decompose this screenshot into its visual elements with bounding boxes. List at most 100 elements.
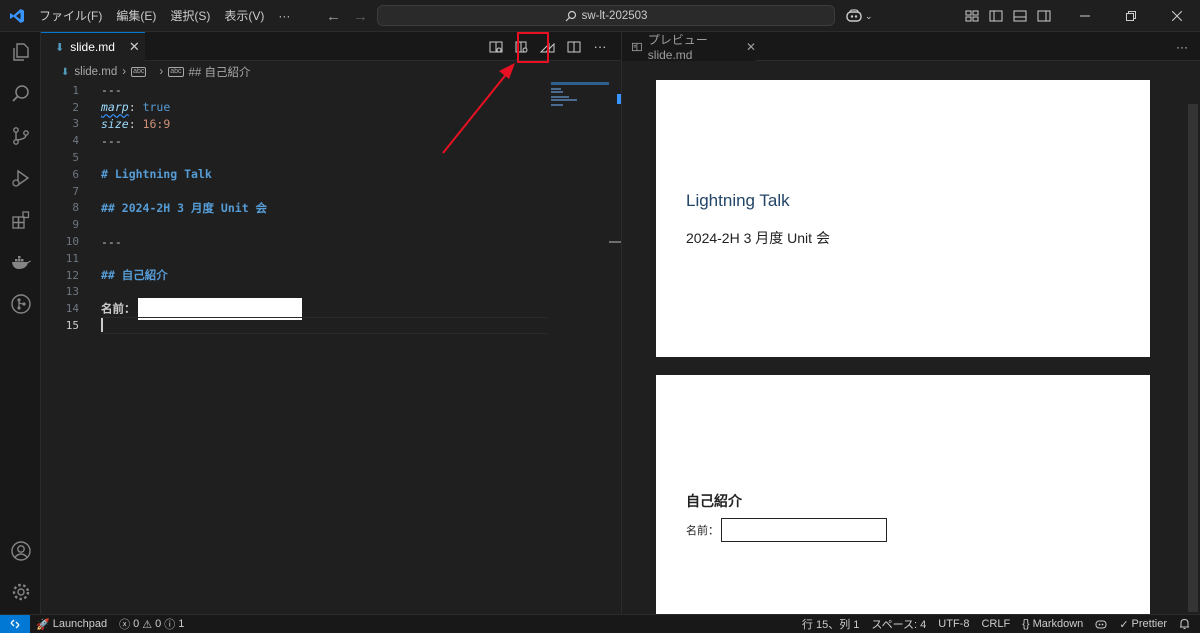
markdown-preview[interactable]: Lightning Talk 2024-2H 3 月度 Unit 会 自己紹介 … xyxy=(622,62,1200,614)
gitlens-icon[interactable] xyxy=(0,284,41,324)
code-line: 12 ## 自己紹介 xyxy=(41,267,547,284)
highlight-box xyxy=(517,32,549,63)
menu-bar: ファイル(F) 編集(E) 選択(S) 表示(V) ··· xyxy=(32,0,297,32)
markdown-file-icon: ⬇ xyxy=(61,66,70,78)
line-number: 15 xyxy=(65,319,79,333)
encoding[interactable]: UTF-8 xyxy=(932,618,975,630)
search-icon[interactable] xyxy=(0,74,41,114)
tab-preview[interactable]: プレビュー slide.md ✕ xyxy=(622,32,756,62)
menu-file[interactable]: ファイル(F) xyxy=(32,0,109,32)
prettier-item[interactable]: ✓ Prettier xyxy=(1113,618,1173,631)
minimap[interactable] xyxy=(549,82,613,122)
preview-tabs: プレビュー slide.md ✕ ··· xyxy=(622,32,1200,62)
menu-more[interactable]: ··· xyxy=(271,0,297,32)
copilot-status-icon[interactable] xyxy=(1089,619,1113,630)
preview-scrollbar[interactable] xyxy=(1186,62,1200,614)
code-line: 3 size: 16:9 xyxy=(41,116,547,133)
notifications-bell-icon[interactable] xyxy=(1173,618,1200,630)
line-number: 10 xyxy=(65,235,79,249)
breadcrumb-section[interactable]: ## 自己紹介 xyxy=(189,64,251,80)
more-actions-icon[interactable]: ··· xyxy=(589,36,611,58)
menu-selection[interactable]: 選択(S) xyxy=(163,0,217,32)
docker-icon[interactable] xyxy=(0,242,41,282)
restore-icon[interactable] xyxy=(1108,0,1154,32)
line-number: 3 xyxy=(72,117,79,131)
split-editor-icon[interactable] xyxy=(563,36,585,58)
line-number: 4 xyxy=(72,134,79,148)
toggle-secondary-sidebar-icon[interactable] xyxy=(1032,0,1056,32)
chevron-right-icon: › xyxy=(159,66,164,78)
command-center-search[interactable]: sw-lt-202503 xyxy=(377,5,835,26)
info-count: 1 xyxy=(178,618,185,630)
open-preview-icon[interactable] xyxy=(485,36,507,58)
code-line: 11 xyxy=(41,250,547,267)
yaml-key: marp xyxy=(101,100,129,115)
code-line: 8 ## 2024-2H 3 月度 Unit 会 xyxy=(41,200,547,217)
editor-tabs: ⬇ slide.md ✕ ··· xyxy=(41,32,621,63)
title-bar: ファイル(F) 編集(E) 選択(S) 表示(V) ··· ← → sw-lt-… xyxy=(0,0,1200,32)
code-line-current: 15 xyxy=(41,316,547,334)
yaml-value: 16:9 xyxy=(142,116,171,131)
menu-edit[interactable]: 編集(E) xyxy=(109,0,163,32)
editor-group-left: ⬇ slide.md ✕ ··· ⬇ slide.md › abc › abc xyxy=(41,32,621,614)
string-symbol-icon: abc xyxy=(131,67,147,77)
language-mode[interactable]: {} Markdown xyxy=(1016,618,1089,630)
launchpad-label: Launchpad xyxy=(52,618,108,630)
minimize-icon[interactable] xyxy=(1062,0,1108,32)
account-icon[interactable] xyxy=(0,531,41,571)
source-control-icon[interactable] xyxy=(0,116,41,156)
run-debug-icon[interactable] xyxy=(0,158,41,198)
language-label: Markdown xyxy=(1032,618,1084,630)
breadcrumb-file[interactable]: slide.md xyxy=(74,66,117,78)
navigation-controls: ← → xyxy=(326,0,368,32)
end-of-line[interactable]: CRLF xyxy=(975,618,1016,630)
slide-title: 自己紹介 xyxy=(686,493,742,509)
rocket-icon: 🚀 xyxy=(36,618,50,631)
command-center-text: sw-lt-202503 xyxy=(581,9,648,22)
line-number: 1 xyxy=(72,83,79,97)
close-window-icon[interactable] xyxy=(1154,0,1200,32)
braces-icon: {} xyxy=(1022,618,1030,630)
toggle-primary-sidebar-icon[interactable] xyxy=(984,0,1008,32)
toggle-panel-icon[interactable] xyxy=(1008,0,1032,32)
string-symbol-icon: abc xyxy=(168,67,184,77)
slide-1: Lightning Talk 2024-2H 3 月度 Unit 会 xyxy=(656,80,1150,357)
slide-name-row: 名前： xyxy=(686,518,887,542)
code-line: 1 --- xyxy=(41,82,547,99)
search-icon xyxy=(565,10,576,21)
more-actions-icon[interactable]: ··· xyxy=(1176,32,1188,61)
tab-slide-md[interactable]: ⬇ slide.md ✕ xyxy=(41,32,145,61)
scrollbar-thumb[interactable] xyxy=(1188,104,1198,612)
remote-indicator-icon[interactable] xyxy=(0,614,30,633)
heading-text: # Lightning Talk xyxy=(101,167,212,182)
problems-item[interactable]: ⓧ 0 ⚠ 0 ⓘ 1 xyxy=(113,616,190,632)
launchpad-item[interactable]: 🚀 Launchpad xyxy=(30,618,113,631)
copilot-button[interactable]: ⌄ xyxy=(845,0,873,32)
editor-group-right: プレビュー slide.md ✕ ··· Lightning Talk 2024… xyxy=(622,32,1200,614)
menu-view[interactable]: 表示(V) xyxy=(217,0,271,32)
close-icon[interactable]: ✕ xyxy=(129,39,140,55)
tab-title: プレビュー slide.md xyxy=(647,33,708,62)
settings-gear-icon[interactable] xyxy=(0,572,41,612)
forward-arrow-icon[interactable]: → xyxy=(353,8,368,25)
yaml-value: true xyxy=(142,100,171,115)
line-number: 8 xyxy=(72,201,79,215)
line-number: 12 xyxy=(65,268,79,282)
customize-layout-icon[interactable] xyxy=(960,0,984,32)
back-arrow-icon[interactable]: ← xyxy=(326,8,341,25)
indentation[interactable]: スペース: 4 xyxy=(865,616,932,632)
code-editor[interactable]: 1 --- 2 marp: true 3 size: 16:9 4 --- 5 6 # L… xyxy=(41,82,547,334)
name-label: 名前： xyxy=(686,525,719,537)
extensions-icon[interactable] xyxy=(0,200,41,240)
cursor-position[interactable]: 行 15、列 1 xyxy=(796,616,865,632)
preview-icon xyxy=(632,42,642,51)
copilot-icon xyxy=(846,9,862,22)
scroll-ruler-marker xyxy=(609,241,621,243)
explorer-icon[interactable] xyxy=(0,32,41,72)
warning-icon: ⚠ xyxy=(142,618,153,631)
markdown-file-icon: ⬇ xyxy=(55,41,65,54)
code-text: --- xyxy=(101,133,122,148)
breadcrumb: ⬇ slide.md › abc › abc ## 自己紹介 xyxy=(41,62,251,82)
heading-text: ## 自己紹介 xyxy=(101,268,168,283)
close-icon[interactable]: ✕ xyxy=(746,40,756,54)
